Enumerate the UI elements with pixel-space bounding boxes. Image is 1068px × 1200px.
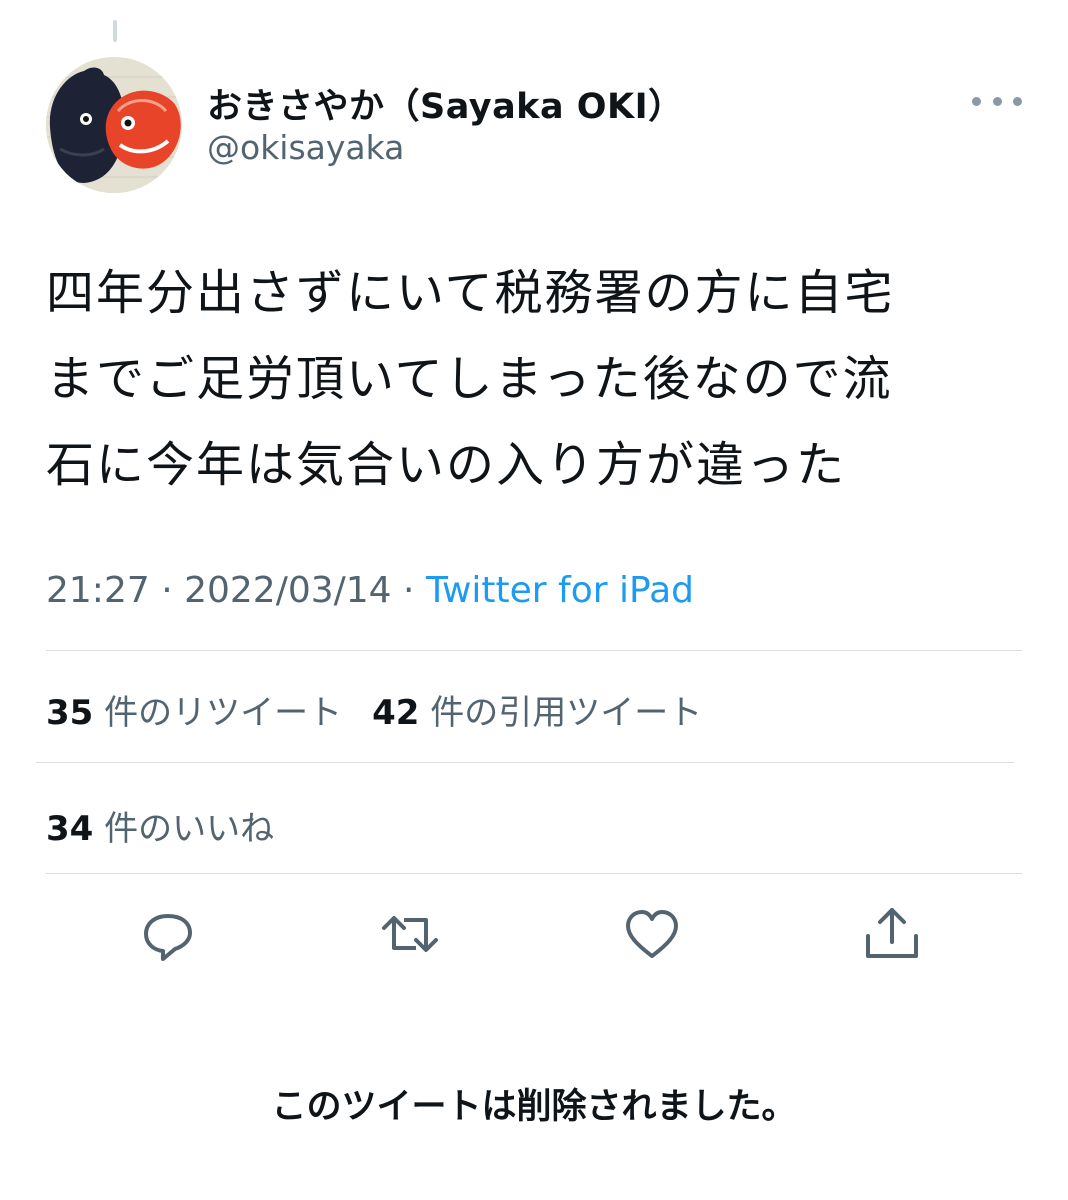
quotes-count: 42: [372, 693, 420, 733]
likes-count: 34: [46, 809, 94, 849]
quotes-stat[interactable]: 42 件の引用ツイート: [372, 693, 702, 733]
tweet-text: 四年分出さずにいて税務署の方に自宅 までご足労頂いてしまった後なので流 石に今年…: [46, 250, 1036, 508]
separator: ·: [391, 570, 426, 611]
retweets-count: 35: [46, 693, 94, 733]
stats-row-likes: 34 件のいいね: [46, 801, 274, 850]
more-dot: [972, 96, 981, 106]
separator: ·: [149, 570, 185, 611]
share-icon: [866, 908, 918, 958]
quotes-label: 件の引用ツイート: [430, 693, 703, 733]
reply-button[interactable]: [138, 904, 198, 964]
more-options-icon[interactable]: [972, 86, 1022, 116]
retweets-stat[interactable]: 35 件のリツイート: [46, 693, 342, 733]
deleted-tweet-notice: このツイートは削除されました。: [271, 1087, 797, 1127]
display-name[interactable]: おきさやか（Sayaka OKI）: [207, 78, 684, 129]
divider: [46, 650, 1022, 651]
likes-label: 件のいいね: [104, 809, 275, 849]
tweet-text-line: 石に今年は気合いの入り方が違った: [46, 437, 847, 493]
divider: [46, 873, 1022, 874]
retweet-icon: [382, 916, 438, 952]
more-dot: [1013, 96, 1022, 106]
tweet-text-line: 四年分出さずにいて税務署の方に自宅: [46, 265, 895, 321]
reply-icon: [144, 914, 192, 961]
tweet-time[interactable]: 21:27: [46, 570, 150, 611]
like-icon: [626, 910, 678, 958]
avatar-image: [46, 57, 182, 193]
tweet-text-line: までご足労頂いてしまった後なので流: [46, 351, 893, 407]
avatar[interactable]: [46, 57, 182, 193]
tweet-source-link[interactable]: Twitter for iPad: [426, 570, 694, 611]
tweet-date[interactable]: 2022/03/14: [184, 570, 392, 611]
user-handle[interactable]: @okisayaka: [207, 128, 404, 167]
share-button[interactable]: [862, 904, 922, 964]
retweets-label: 件のリツイート: [104, 693, 343, 733]
like-button[interactable]: [622, 904, 682, 964]
more-dot: [992, 96, 1002, 106]
tweet-metadata: 21:27 · 2022/03/14 · Twitter for iPad: [46, 570, 694, 611]
retweet-button[interactable]: [380, 904, 440, 964]
thread-connector-line: [113, 20, 117, 42]
likes-stat[interactable]: 34 件のいいね: [46, 809, 274, 849]
stats-row-shares: 35 件のリツイート 42 件の引用ツイート: [46, 685, 702, 734]
divider: [36, 762, 1014, 763]
